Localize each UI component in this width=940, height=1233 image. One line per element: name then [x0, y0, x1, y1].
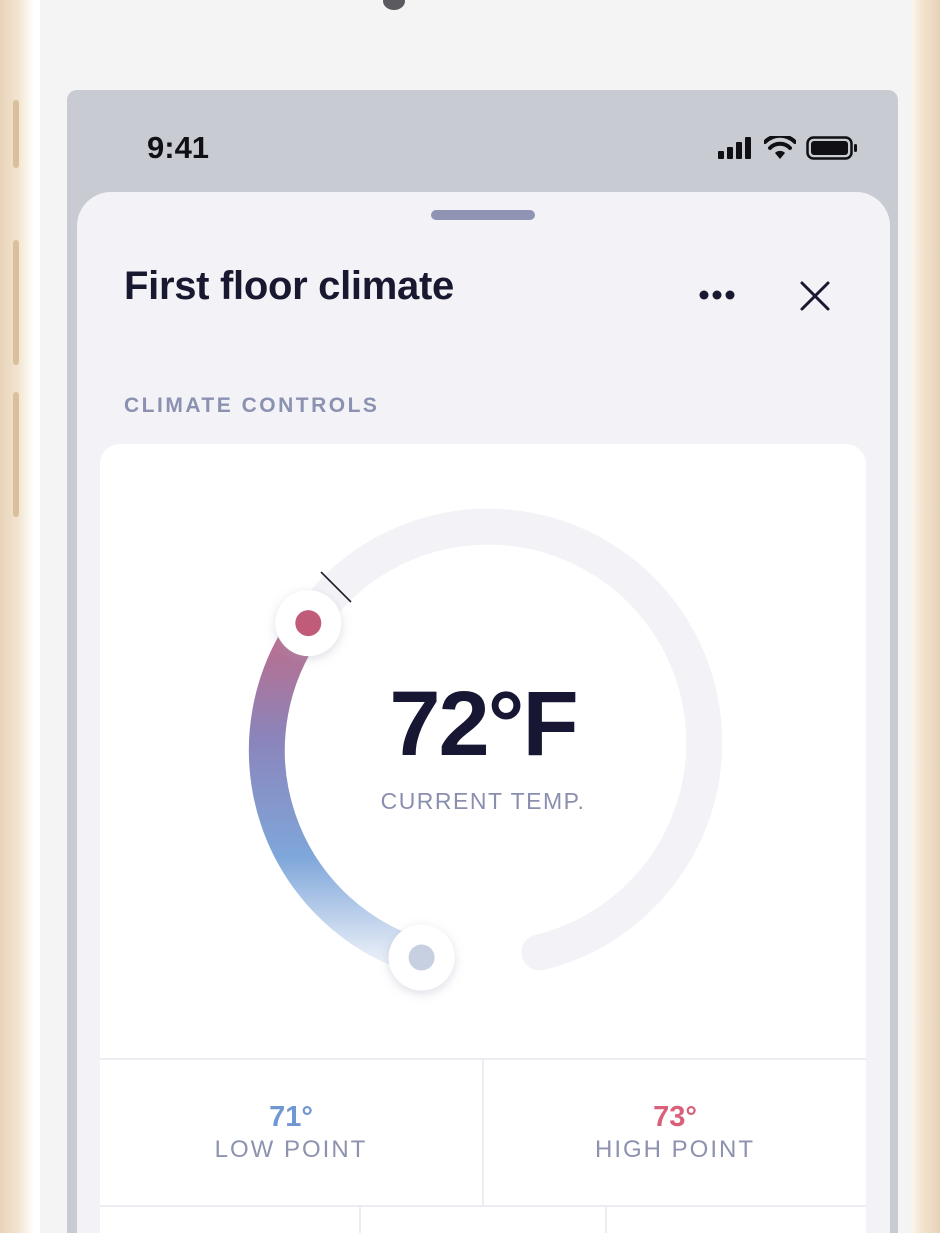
wifi-icon — [764, 136, 796, 159]
mode-cell[interactable] — [604, 1205, 866, 1233]
more-icon — [699, 290, 735, 300]
mode-cell[interactable] — [100, 1205, 359, 1233]
low-point-value: 71° — [269, 1101, 313, 1133]
battery-icon — [806, 136, 857, 160]
high-point-cell[interactable]: 73° HIGH POINT — [482, 1060, 866, 1205]
close-icon — [800, 281, 830, 311]
high-point-value: 73° — [653, 1101, 697, 1133]
high-point-label: HIGH POINT — [594, 1136, 755, 1163]
screen: 9:41 First floor climate CLIMATE CONTROL… — [67, 90, 898, 1233]
status-icons — [718, 136, 858, 160]
setpoint-row: 71° LOW POINT 73° HIGH POINT — [100, 1058, 866, 1207]
sheet-title: First floor climate — [124, 264, 454, 308]
mode-row — [100, 1205, 866, 1233]
sheet-grabber[interactable] — [431, 210, 535, 220]
status-time: 9:41 — [147, 130, 210, 165]
mute-switch — [13, 100, 19, 168]
mode-cell[interactable] — [359, 1205, 604, 1233]
current-temp-label: CURRENT TEMP. — [380, 788, 586, 814]
high-point-knob[interactable] — [275, 590, 342, 657]
signal-icon — [718, 137, 751, 159]
front-camera — [383, 0, 405, 10]
section-label: CLIMATE CONTROLS — [124, 394, 380, 417]
close-button[interactable] — [795, 276, 835, 316]
current-temp-value: 72°F — [389, 673, 578, 775]
status-bar: 9:41 — [67, 90, 898, 190]
low-point-cell[interactable]: 71° LOW POINT — [100, 1060, 482, 1205]
volume-down-button — [13, 392, 19, 517]
more-button[interactable] — [695, 280, 739, 310]
bottom-sheet: First floor climate CLIMATE CONTROLS 72°… — [77, 192, 890, 1233]
climate-card: 72°F CURRENT TEMP. 71° LOW POINT 73° HIG… — [100, 444, 866, 1233]
low-point-knob[interactable] — [388, 924, 455, 991]
low-point-label: LOW POINT — [214, 1136, 368, 1163]
volume-up-button — [13, 240, 19, 365]
